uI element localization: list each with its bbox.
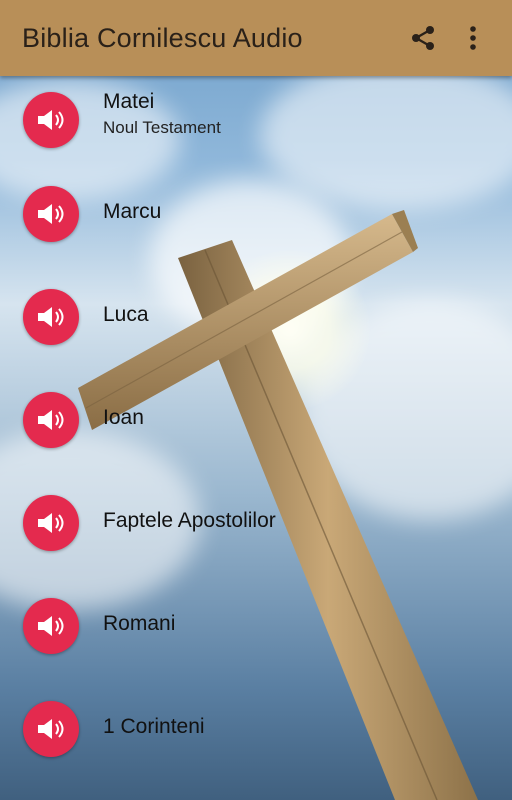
item-title: Marcu <box>103 200 162 223</box>
play-button[interactable] <box>23 598 79 654</box>
share-button[interactable] <box>402 17 444 59</box>
item-subtitle: Noul Testament <box>103 118 221 137</box>
play-button[interactable] <box>23 392 79 448</box>
speaker-icon <box>38 513 64 533</box>
list-item[interactable]: Marcu <box>0 162 512 265</box>
item-title: 1 Corinteni <box>103 715 205 738</box>
play-button[interactable] <box>23 701 79 757</box>
item-title: Ioan <box>103 406 144 429</box>
play-button[interactable] <box>23 289 79 345</box>
speaker-icon <box>38 204 64 224</box>
list-item[interactable]: Ioan <box>0 368 512 471</box>
book-list: Matei Noul Testament Marcu Luca Ioan Fap… <box>0 76 512 780</box>
speaker-icon <box>38 410 64 430</box>
list-item[interactable]: Faptele Apostolilor <box>0 471 512 574</box>
list-item[interactable]: Luca <box>0 265 512 368</box>
share-icon <box>412 26 434 50</box>
more-vert-icon <box>470 26 476 50</box>
play-button[interactable] <box>23 495 79 551</box>
item-title: Romani <box>103 612 176 635</box>
overflow-menu-button[interactable] <box>452 17 494 59</box>
item-title: Luca <box>103 303 149 326</box>
play-button[interactable] <box>23 92 79 148</box>
speaker-icon <box>38 307 64 327</box>
list-item[interactable]: Matei Noul Testament <box>0 76 512 162</box>
item-title: Faptele Apostolilor <box>103 509 276 532</box>
app-title: Biblia Cornilescu Audio <box>22 22 303 53</box>
speaker-icon <box>38 110 64 130</box>
play-button[interactable] <box>23 186 79 242</box>
list-item[interactable]: 1 Corinteni <box>0 677 512 780</box>
speaker-icon <box>38 719 64 739</box>
app-bar: Biblia Cornilescu Audio <box>0 0 512 76</box>
item-title: Matei <box>103 90 155 113</box>
list-item[interactable]: Romani <box>0 574 512 677</box>
speaker-icon <box>38 616 64 636</box>
